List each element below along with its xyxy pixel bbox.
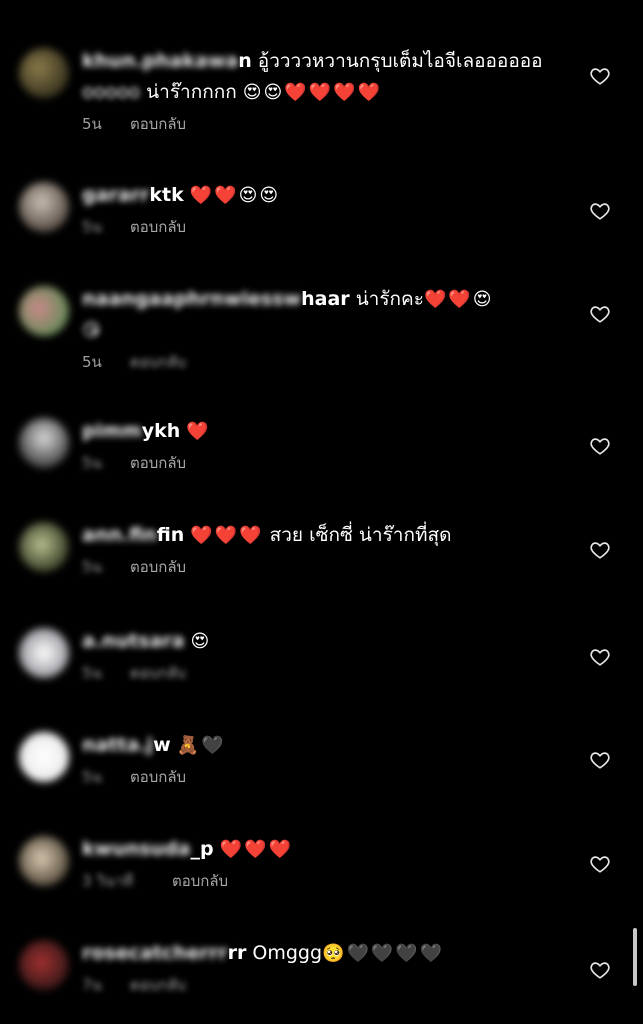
comment-text-blurred: ooooo	[82, 81, 141, 103]
username-tail[interactable]: rr	[228, 942, 247, 964]
username-tail[interactable]: _p	[191, 838, 214, 860]
comment-body: gararrktk ❤️❤️😍😍 5น ตอบกลับ	[82, 180, 557, 239]
reply-button[interactable]: ตอบกลับ	[130, 664, 186, 682]
comment-time: 5น	[82, 664, 102, 682]
emoji-group: ❤️❤️❤️	[190, 525, 264, 546]
avatar[interactable]	[19, 182, 69, 232]
emoji-group: 🥺🖤🖤🖤🖤	[322, 943, 445, 964]
avatar[interactable]	[19, 732, 69, 782]
heart-outline-icon[interactable]	[589, 749, 611, 771]
emoji-group: 🧸🖤	[176, 735, 226, 756]
avatar[interactable]	[19, 522, 69, 572]
username-tail[interactable]: n	[238, 50, 252, 72]
username-tail[interactable]: w	[153, 734, 171, 756]
username[interactable]: rosecatcherrr	[82, 942, 228, 964]
avatar[interactable]	[19, 940, 69, 990]
username-tail[interactable]: ktk	[149, 184, 183, 206]
comment-list[interactable]: khun.phakawan อู้ววววหวานกรุบเต็มไอจีเลอ…	[0, 0, 643, 1024]
reply-button[interactable]: ตอบกลับ	[130, 558, 186, 576]
username[interactable]: gararr	[82, 184, 149, 206]
emoji-group: ❤️❤️😍😍	[189, 185, 281, 206]
comment-time: 5น	[82, 353, 102, 371]
comment-time: 5น	[82, 558, 102, 576]
comment-time: 5น	[82, 218, 102, 236]
scrollbar[interactable]	[633, 928, 637, 986]
heart-outline-icon[interactable]	[589, 539, 611, 561]
comment-body: ann.finfin ❤️❤️❤️ สวย เซ็กซี่ น่าร๊ากที่…	[82, 520, 557, 579]
reply-button[interactable]: ตอบกลับ	[130, 353, 186, 371]
comment-text: สวย เซ็กซี่ น่าร๊ากที่สุด	[269, 524, 452, 546]
comment-text: Omggg	[252, 942, 323, 964]
username-tail[interactable]: ykh	[142, 420, 181, 442]
username[interactable]: naangaaphrnwiessw	[82, 288, 301, 310]
heart-outline-icon[interactable]	[589, 646, 611, 668]
avatar[interactable]	[19, 836, 69, 886]
reply-button[interactable]: ตอบกลับ	[172, 872, 228, 890]
comment-body: naangaaphrnwiesswhaar น่ารักคะ❤️❤️😍 😘 5น…	[82, 284, 557, 374]
comment-body: pimmykh ❤️ 5น ตอบกลับ	[82, 416, 557, 475]
heart-outline-icon[interactable]	[589, 959, 611, 981]
reply-button[interactable]: ตอบกลับ	[130, 454, 186, 472]
username[interactable]: khun.phakawa	[82, 50, 238, 72]
username[interactable]: kwunsuda	[82, 838, 191, 860]
avatar[interactable]	[19, 628, 69, 678]
reply-button[interactable]: ตอบกลับ	[130, 218, 186, 236]
username-tail[interactable]: haar	[301, 288, 350, 310]
emoji-group: 😘	[82, 320, 103, 341]
comment-time: 5น	[82, 768, 102, 786]
reply-button[interactable]: ตอบกลับ	[130, 768, 186, 786]
heart-outline-icon[interactable]	[589, 303, 611, 325]
comment-body: a.nutsara 😍 5น ตอบกลับ	[82, 626, 557, 685]
comment-body: kwunsuda_p ❤️❤️❤️ 3 วินาที ตอบกลับ	[82, 834, 557, 893]
comment-text: น่ารักคะ	[355, 288, 424, 310]
username-tail[interactable]: fin	[157, 524, 185, 546]
comment-time: 3 วินาที	[82, 872, 134, 890]
emoji-group: ❤️❤️😍	[423, 289, 494, 310]
username[interactable]: ann.fin	[82, 524, 157, 546]
comment-time: 5น	[82, 454, 102, 472]
username[interactable]: natta.j	[82, 734, 153, 756]
emoji-group: 😍	[190, 631, 212, 652]
heart-outline-icon[interactable]	[589, 200, 611, 222]
comment-time: 7น	[82, 976, 102, 994]
comment-body: rosecatcherrrrr Omggg🥺🖤🖤🖤🖤 7น ตอบกลับ	[82, 938, 557, 997]
username[interactable]: a.nutsara	[82, 630, 185, 652]
comment-text: อู้ววววหวานกรุบเต็มไอจีเลออออออ	[257, 50, 543, 72]
reply-button[interactable]: ตอบกลับ	[130, 976, 186, 994]
avatar[interactable]	[19, 48, 69, 98]
comment-body: khun.phakawan อู้ววววหวานกรุบเต็มไอจีเลอ…	[82, 46, 557, 136]
avatar[interactable]	[19, 418, 69, 468]
emoji-group: ❤️❤️❤️	[219, 839, 293, 860]
heart-outline-icon[interactable]	[589, 435, 611, 457]
comment-time: 5น	[82, 115, 102, 133]
reply-button[interactable]: ตอบกลับ	[130, 115, 186, 133]
heart-outline-icon[interactable]	[589, 853, 611, 875]
emoji-group: ❤️	[186, 421, 211, 442]
heart-outline-icon[interactable]	[589, 65, 611, 87]
avatar[interactable]	[19, 286, 69, 336]
comment-text: น่าร๊ากกกก	[146, 81, 237, 103]
emoji-group: 😍😍❤️❤️❤️❤️	[242, 82, 382, 103]
username[interactable]: pimm	[82, 420, 142, 442]
comment-body: natta.jw 🧸🖤 5น ตอบกลับ	[82, 730, 557, 789]
